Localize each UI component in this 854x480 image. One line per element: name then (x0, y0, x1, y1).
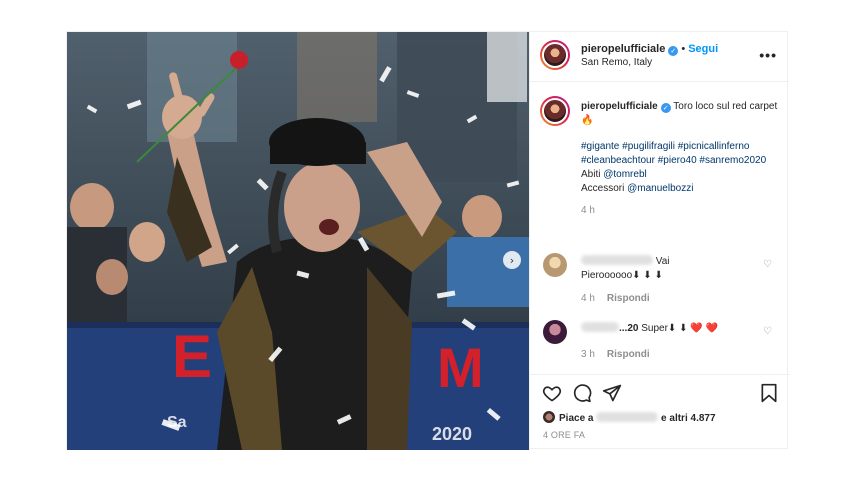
comment-timestamp: 4 h (581, 293, 595, 304)
more-options-icon[interactable]: ••• (759, 47, 777, 63)
caption-credits-2: Accessori @manuelbozzi (581, 182, 781, 196)
tag-manuelbozzi-link[interactable]: @manuelbozzi (627, 183, 693, 194)
comment-text-part: Super⬇ ⬇ ❤️ ❤️ (638, 323, 718, 334)
liker-avatar (543, 411, 555, 423)
post-side-panel: pieropelufficiale ✓ • Segui San Remo, Italy… (529, 32, 790, 450)
comment-like-icon[interactable]: ♡ (763, 259, 772, 270)
comment-text: ...20 Super⬇ ⬇ ❤️ ❤️ (581, 322, 761, 336)
comment-text: Vai Pieroooooo⬇ ⬇ ⬇ (581, 255, 761, 283)
svg-text:E: E (172, 323, 212, 390)
commenter-avatar[interactable] (543, 320, 567, 344)
header-username[interactable]: pieropelufficiale (581, 43, 665, 55)
post-actions-bar: Piace a e altri 4.877 4 ORE FA (530, 374, 790, 450)
redacted-username (581, 255, 653, 265)
reply-button[interactable]: Rispondi (607, 293, 650, 304)
comment-icon[interactable] (572, 383, 592, 403)
avatar[interactable] (540, 40, 570, 70)
commenter-avatar[interactable] (543, 253, 567, 277)
svg-text:2020: 2020 (432, 424, 472, 444)
caption-username[interactable]: pieropelufficiale (581, 101, 658, 112)
svg-text:M: M (437, 336, 484, 399)
comment-text-part: Vai (653, 256, 670, 267)
likes-count: e altri 4.877 (661, 413, 716, 424)
heart-icon[interactable] (542, 383, 562, 403)
post-timestamp: 4 ORE FA (543, 430, 586, 440)
likes-prefix: Piace a (559, 413, 594, 424)
verified-badge-icon: ✓ (660, 103, 671, 113)
post-photo[interactable]: E M 2020 Sa › (67, 32, 529, 450)
header-user-line: pieropelufficiale ✓ • Segui (581, 43, 718, 56)
likes-summary[interactable]: Piace a e altri 4.877 (543, 411, 716, 424)
chevron-right-icon: › (509, 253, 515, 267)
bookmark-icon[interactable] (760, 383, 778, 403)
credits-label-clothes: Abiti (581, 169, 604, 180)
separator-dot: • (681, 43, 686, 55)
caption-credits-1: Abiti @tomrebl (581, 168, 781, 182)
comment-meta: 3 h Rispondi (581, 349, 650, 360)
tag-tomrebl-link[interactable]: @tomrebl (603, 169, 647, 180)
reply-button[interactable]: Rispondi (607, 349, 650, 360)
redacted-username (581, 322, 619, 332)
post-image-illustration: E M 2020 Sa (67, 32, 529, 450)
post-header: pieropelufficiale ✓ • Segui San Remo, Italy… (530, 32, 789, 82)
follow-button[interactable]: Segui (688, 43, 718, 55)
caption-body: pieropelufficiale ✓ Toro loco sul red car… (581, 100, 781, 218)
verified-badge-icon: ✓ (668, 46, 679, 56)
credits-label-accessories: Accessori (581, 183, 628, 194)
instagram-post: E M 2020 Sa › pieropelufficiale ✓ • Segu… (66, 31, 790, 450)
comment-like-icon[interactable]: ♡ (763, 326, 772, 337)
comment-username[interactable]: ...20 (581, 322, 639, 334)
location-link[interactable]: San Remo, Italy (581, 57, 652, 68)
comment-meta: 4 h Rispondi (581, 293, 650, 304)
next-photo-button[interactable]: › (503, 251, 521, 269)
caption-timestamp: 4 h (581, 205, 595, 216)
comment-text-line: Pieroooooo⬇ ⬇ ⬇ (581, 270, 663, 281)
comment-timestamp: 3 h (581, 349, 595, 360)
share-icon[interactable] (602, 383, 622, 403)
caption-hashtags[interactable]: #gigante #pugilifragili #picnicallinfern… (581, 140, 781, 168)
username-visible-part: ...20 (619, 323, 639, 334)
redacted-liker-name (596, 412, 659, 422)
caption-avatar[interactable] (540, 96, 570, 126)
